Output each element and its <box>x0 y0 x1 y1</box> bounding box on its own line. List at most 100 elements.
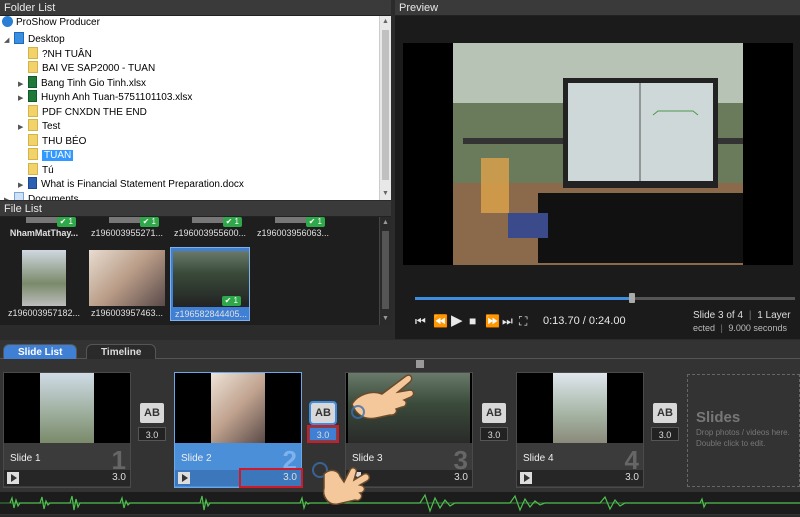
playback-progress[interactable] <box>415 293 795 303</box>
folder-icon <box>28 46 38 59</box>
time-readout: 0:13.70 / 0:24.00 <box>543 315 626 327</box>
play-icon[interactable]: ▶ <box>451 311 463 329</box>
scroll-up-icon[interactable]: ▲ <box>380 16 391 28</box>
skip-end-icon[interactable]: ⏭ <box>502 314 513 329</box>
slide-duration[interactable]: 3.0 <box>454 472 468 483</box>
transition-duration[interactable]: 3.0 <box>480 427 508 441</box>
transition-duration[interactable]: 3.0 <box>307 425 339 443</box>
file-thumbnail[interactable]: ✔ 1 z196582844405... <box>170 247 250 321</box>
file-scrollbar[interactable]: ▲ ▼ <box>379 217 391 325</box>
tree-item[interactable]: ▶ What is Financial Statement Preparation… <box>18 177 244 191</box>
tree-item-label: Tú <box>42 164 54 176</box>
play-icon[interactable] <box>7 472 19 484</box>
slide-4[interactable]: Slide 4 4 3.0 <box>516 372 644 488</box>
tree-item[interactable]: ▶ Documents <box>4 191 79 201</box>
tree-item-label: Huynh Anh Tuan-5751101103.xlsx <box>41 92 193 103</box>
rewind-icon[interactable]: ⏪ <box>433 314 448 328</box>
transition-duration[interactable]: 3.0 <box>138 427 166 441</box>
folder-icon <box>28 61 38 73</box>
tree-item[interactable]: BAI VE SAP2000 - TUAN <box>18 61 155 75</box>
tree-item[interactable]: ▶ Huynh Anh Tuan-5751101103.xlsx <box>18 90 192 104</box>
expand-arrow-icon[interactable]: ◢ <box>4 34 14 48</box>
checkmark-icon: ✔ <box>142 217 152 226</box>
stop-icon[interactable]: ■ <box>469 314 476 328</box>
check-badge-icon: ✔ 1 <box>305 217 325 227</box>
use-count: 1 <box>151 217 156 226</box>
tree-item[interactable]: ▶ Test <box>18 119 60 133</box>
scroll-thumb[interactable] <box>382 30 389 180</box>
tree-item[interactable]: THU BÉO <box>18 133 86 148</box>
tree-item[interactable]: TUAN <box>18 148 74 162</box>
slide-list-area: Slide List Timeline Slide 1 1 3.0 AB 3.0 Slid… <box>0 340 800 515</box>
tree-item[interactable]: ◢ Desktop <box>4 32 65 46</box>
slide-duration-bar[interactable]: 3.0 <box>175 468 303 488</box>
slide-thumbnail <box>4 373 130 443</box>
tab-slide-list[interactable]: Slide List <box>3 344 78 359</box>
file-thumbnail[interactable]: ✔ 1 z196003955271... <box>87 217 167 239</box>
tree-item[interactable]: ?NH TUÂN <box>18 46 92 61</box>
slide-2[interactable]: Slide 2 2 3.0 <box>174 372 303 488</box>
highlight-box <box>239 468 303 488</box>
slide-duration[interactable]: 3.0 <box>625 472 639 483</box>
file-thumbnail[interactable]: ✔ 1 z196003956063... <box>253 217 333 239</box>
drop-zone-hint: Drop photos / videos here. <box>696 428 790 437</box>
preview-photo <box>453 43 743 265</box>
fast-forward-icon[interactable]: ⏩ <box>485 314 500 328</box>
transition-2[interactable]: AB 3.0 <box>307 401 339 443</box>
folder-scrollbar[interactable]: ▲ ▼ <box>379 16 391 200</box>
scroll-up-icon[interactable]: ▲ <box>380 217 391 229</box>
slide-1[interactable]: Slide 1 1 3.0 <box>3 372 131 488</box>
scroll-thumb[interactable] <box>382 231 389 309</box>
audio-waveform[interactable] <box>0 492 800 514</box>
use-count: 1 <box>233 296 238 305</box>
tab-timeline[interactable]: Timeline <box>86 344 157 359</box>
file-thumbnail[interactable]: z196003957463... <box>87 247 167 321</box>
tree-item[interactable]: Tú <box>18 162 54 177</box>
selection-info: ected | 9.000 seconds <box>693 323 787 333</box>
transition-duration[interactable]: 3.0 <box>651 427 679 441</box>
play-icon[interactable] <box>178 472 190 484</box>
slide-duration[interactable]: 3.0 <box>112 472 126 483</box>
slide-duration-bar[interactable]: 3.0 <box>4 470 130 486</box>
progress-knob[interactable] <box>628 293 635 303</box>
transition-ab-icon[interactable]: AB <box>482 403 506 423</box>
fullscreen-icon[interactable]: ⛶ <box>519 314 527 329</box>
file-list[interactable]: ✔ 1 NhamMatThay... ✔ 1 z196003955271... ✔ 1z… <box>0 217 391 325</box>
video-frame <box>403 43 793 265</box>
slide-photo <box>211 373 265 443</box>
file-thumbnail[interactable]: z196003957182... <box>4 247 84 321</box>
skip-start-icon[interactable]: ⏮ <box>415 314 426 329</box>
check-badge-icon: ✔ 1 <box>56 217 76 227</box>
drop-zone[interactable]: Slides Drop photos / videos here. Double… <box>687 374 800 487</box>
checkmark-icon: ✔ <box>224 296 234 305</box>
collapse-arrow-icon[interactable]: ▶ <box>4 194 14 201</box>
play-icon[interactable] <box>520 472 532 484</box>
drop-zone-hint-2: Double click to edit. <box>696 439 766 448</box>
excel-file-icon <box>28 90 37 102</box>
slide-duration-bar[interactable]: 3.0 <box>517 470 643 486</box>
transition-3[interactable]: AB 3.0 <box>480 403 508 441</box>
transition-ab-icon[interactable]: AB <box>140 403 164 423</box>
file-thumbnail[interactable]: ✔ 1 NhamMatThay... <box>4 217 84 239</box>
tree-item[interactable]: PDF CNXDN THE END <box>18 104 147 119</box>
file-name: z196582844405... <box>174 309 248 319</box>
scroll-down-icon[interactable]: ▼ <box>380 188 391 200</box>
transition-4[interactable]: AB 3.0 <box>651 403 679 441</box>
file-thumbnail[interactable]: ✔ 1 z196003955600... <box>170 217 250 239</box>
tree-item-label: TUAN <box>42 150 74 161</box>
checkmark-icon: ✔ <box>59 217 69 226</box>
file-name: z196003957182... <box>7 308 81 318</box>
tree-root[interactable]: ProShow Producer <box>2 16 100 30</box>
check-badge-icon: ✔ 1 <box>139 217 159 227</box>
tree-item-label: BAI VE SAP2000 - TUAN <box>42 63 156 74</box>
slide-thumbnail <box>175 373 301 443</box>
folder-tree[interactable]: ProShow Producer ◢ Desktop ?NH TUÂN BAI VE … <box>0 16 391 200</box>
transition-1[interactable]: AB 3.0 <box>138 403 166 441</box>
transition-ab-icon[interactable]: AB <box>309 401 337 425</box>
duration-seconds: 9.000 seconds <box>728 323 787 333</box>
documents-icon <box>14 191 24 200</box>
scroll-down-icon[interactable]: ▼ <box>380 313 391 325</box>
use-count: 1 <box>68 217 73 226</box>
tree-item[interactable]: ▶ Bang Tinh Gio Tinh.xlsx <box>18 75 146 90</box>
transition-ab-icon[interactable]: AB <box>653 403 677 423</box>
